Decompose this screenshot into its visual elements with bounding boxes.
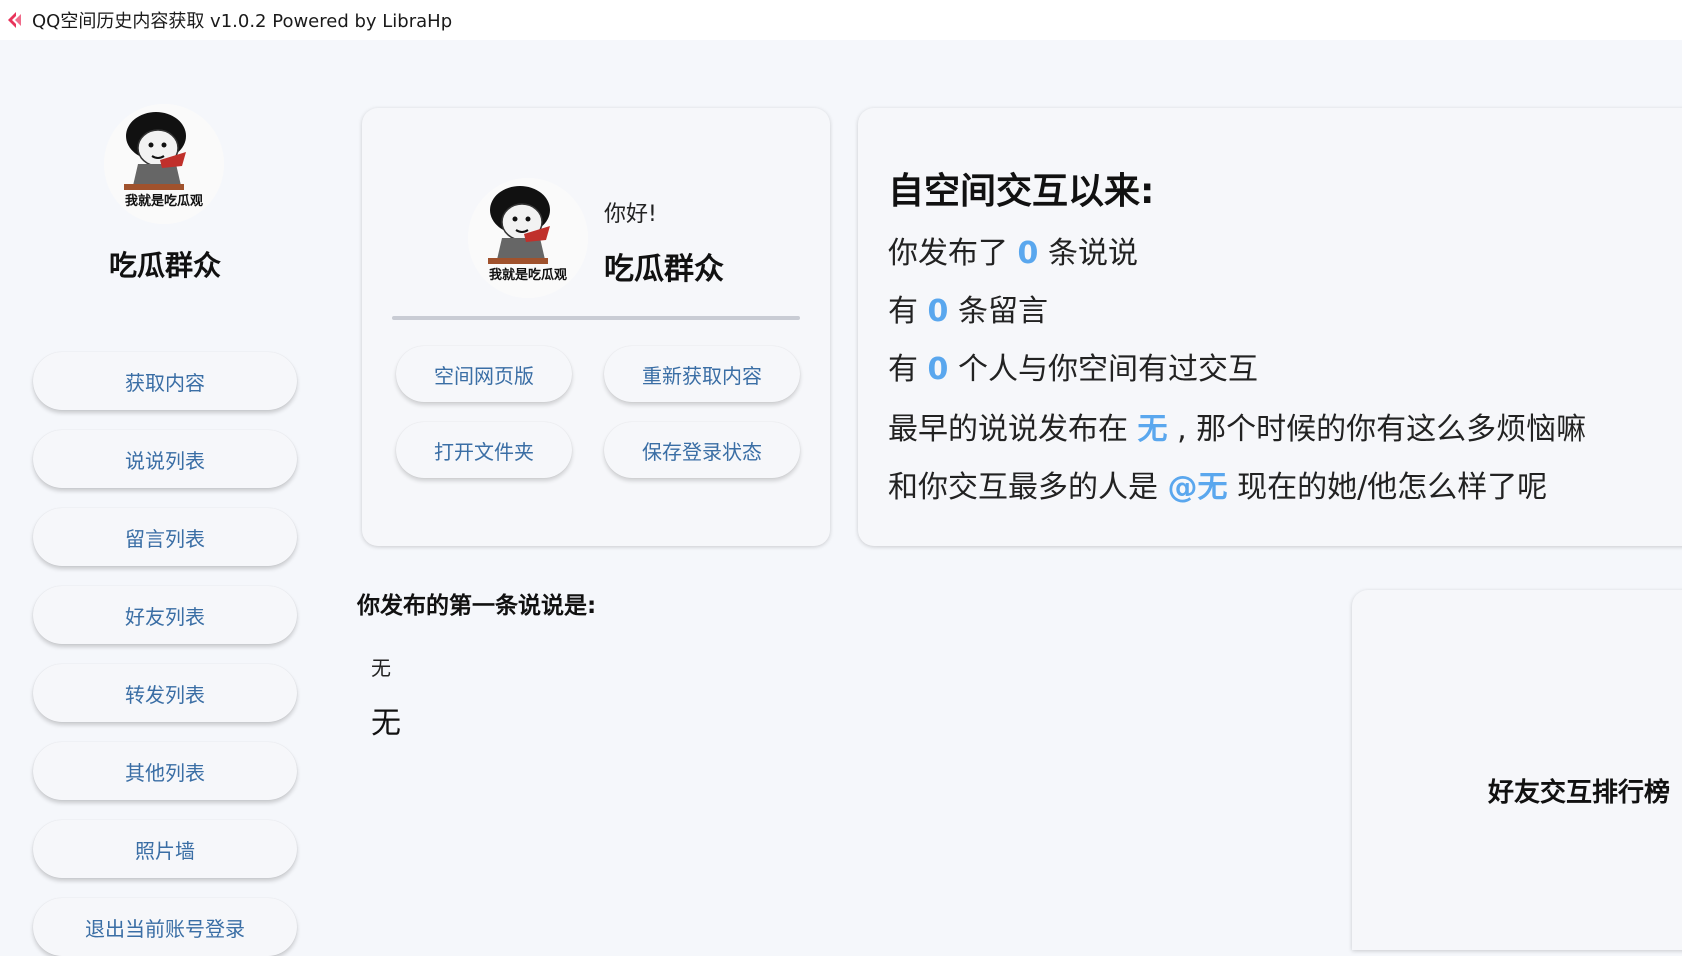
sidebar-item-label: 转发列表 [125,682,205,707]
stat-comments-prefix: 有 [888,294,918,329]
stat-posts-suffix: 条说说 [1047,236,1138,271]
save-login-label: 保存登录状态 [642,439,762,464]
first-post-content: 无 [371,706,401,741]
save-login-button[interactable]: 保存登录状态 [604,422,800,478]
stat-earliest: 最早的说说发布在 无 , 那个时候的你有这么多烦恼嘛 [888,404,1586,448]
sidebar-avatar: 我就是吃瓜观 [104,104,224,224]
sidebar-item-fetch-content[interactable]: 获取内容 [33,352,297,410]
web-version-button[interactable]: 空间网页版 [396,346,572,402]
sidebar-item-posts-list[interactable]: 说说列表 [33,430,297,488]
sidebar-item-forwards-list[interactable]: 转发列表 [33,664,297,722]
stat-earliest-prefix: 最早的说说发布在 [888,412,1128,447]
sidebar-item-friends-list[interactable]: 好友列表 [33,586,297,644]
stat-top-prefix: 和你交互最多的人是 [888,470,1158,505]
sidebar-item-logout[interactable]: 退出当前账号登录 [33,898,297,956]
first-post-date: 无 [371,656,391,680]
friend-ranking-title: 好友交互排行榜 [1488,778,1671,808]
sidebar-avatar-caption: 我就是吃瓜观 [124,194,203,209]
stat-comments: 有 0 条留言 [888,286,1048,330]
first-post-title: 你发布的第一条说说是: [357,593,597,619]
web-version-label: 空间网页版 [434,363,534,388]
sidebar-item-label: 留言列表 [125,526,205,551]
sidebar-item-other-list[interactable]: 其他列表 [33,742,297,800]
sidebar-item-photo-wall[interactable]: 照片墙 [33,820,297,878]
sidebar-item-messages-list[interactable]: 留言列表 [33,508,297,566]
profile-card [362,108,830,546]
sidebar-username: 吃瓜群众 [108,249,221,282]
open-folder-label: 打开文件夹 [434,439,534,464]
profile-avatar: 我就是吃瓜观 [468,178,588,298]
stat-top-suffix: 现在的她/他怎么样了呢 [1237,470,1548,505]
sidebar-item-label: 照片墙 [135,838,195,863]
refetch-label: 重新获取内容 [642,363,762,388]
sidebar-item-label: 说说列表 [125,448,205,473]
refetch-button[interactable]: 重新获取内容 [604,346,800,402]
stat-people-suffix: 个人与你空间有过交互 [957,352,1258,387]
sidebar-item-label: 获取内容 [125,370,205,395]
app-logo-icon [8,12,21,28]
sidebar-item-label: 好友列表 [125,604,205,629]
stat-people-count: 0 [927,352,949,387]
stat-people: 有 0 个人与你空间有过交互 [888,344,1258,388]
stat-posts-count: 0 [1017,236,1039,271]
profile-avatar-caption: 我就是吃瓜观 [488,268,567,283]
greeting: 你好! [604,202,657,227]
stat-top-value: @无 [1167,470,1228,505]
stat-earliest-suffix: , 那个时候的你有这么多烦恼嘛 [1177,412,1587,447]
stat-comments-count: 0 [927,294,949,329]
open-folder-button[interactable]: 打开文件夹 [396,422,572,478]
stat-top-friend: 和你交互最多的人是 @无 现在的她/他怎么样了呢 [888,462,1547,506]
stat-posts: 你发布了 0 条说说 [888,228,1138,272]
sidebar-item-label: 其他列表 [125,760,205,785]
stat-people-prefix: 有 [888,352,918,387]
stat-earliest-value: 无 [1137,412,1168,447]
friend-ranking-card [1352,590,1682,950]
window-title: QQ空间历史内容获取 v1.0.2 Powered by LibraHp [32,11,453,32]
sidebar-item-label: 退出当前账号登录 [85,916,245,941]
profile-username: 吃瓜群众 [604,252,724,287]
stat-posts-prefix: 你发布了 [888,236,1008,271]
stats-title: 自空间交互以来: [888,171,1155,212]
title-bar: QQ空间历史内容获取 v1.0.2 Powered by LibraHp [0,0,1682,40]
profile-divider [392,316,800,320]
stat-comments-suffix: 条留言 [957,294,1048,329]
